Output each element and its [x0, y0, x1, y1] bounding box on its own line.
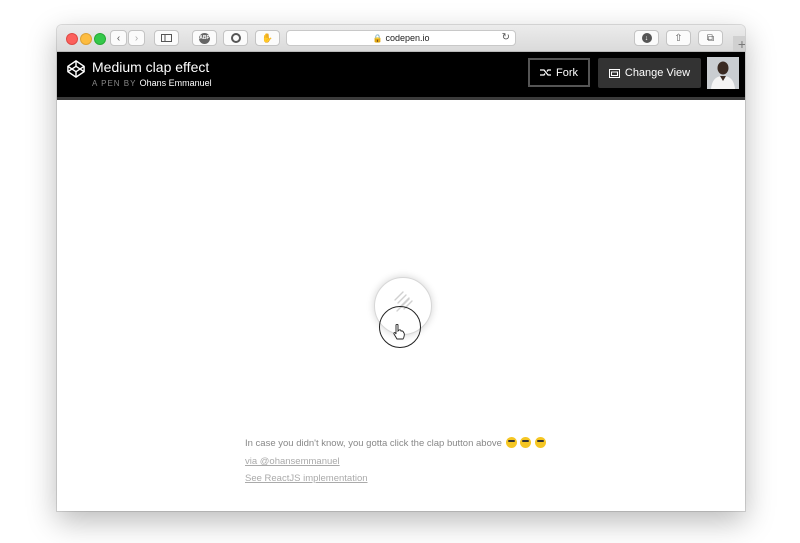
pointer-hand-icon — [393, 324, 405, 340]
note-text: In case you didn't know, you gotta click… — [245, 438, 502, 449]
change-view-label: Change View — [624, 67, 691, 79]
clap-note: In case you didn't know, you gotta click… — [245, 437, 546, 449]
author-name-link[interactable]: Ohans Emmanuel — [140, 78, 212, 88]
pen-author: A PEN BY Ohans Emmanuel — [92, 78, 212, 88]
react-implementation-link[interactable]: See ReactJS implementation — [245, 473, 368, 484]
lock-icon: 🔒 — [372, 33, 383, 43]
minimize-window-button[interactable] — [80, 33, 92, 45]
pen-title: Medium clap effect — [92, 59, 210, 75]
codepen-logo-icon[interactable] — [67, 60, 85, 78]
share-button[interactable]: ⇧ — [666, 30, 691, 46]
adblock-button[interactable]: ABP — [192, 30, 217, 46]
hand-icon: ✋ — [261, 32, 274, 43]
layout-icon — [608, 68, 620, 78]
forward-button[interactable]: › — [128, 30, 145, 46]
close-window-button[interactable] — [66, 33, 78, 45]
url-text: codepen.io — [385, 33, 430, 43]
adblock-icon: ABP — [199, 32, 210, 44]
plus-icon: + — [737, 35, 745, 52]
tabs-icon: ⧉ — [706, 32, 715, 44]
download-icon: ↓ — [641, 33, 652, 43]
chevron-left-icon: ‹ — [116, 32, 121, 44]
pen-preview: In case you didn't know, you gotta click… — [57, 100, 745, 511]
maximize-window-button[interactable] — [94, 33, 106, 45]
author-prefix: A PEN BY — [92, 79, 137, 88]
downloads-button[interactable]: ↓ — [634, 30, 659, 46]
browser-window: ‹ › ABP ✋ 🔒 codepen.io ↻ ↓ ⇧ ⧉ + Medium … — [57, 25, 745, 511]
user-avatar[interactable] — [707, 57, 739, 89]
grin-emoji-icon — [520, 437, 532, 448]
avatar-image — [707, 57, 739, 89]
extension-button-2[interactable]: ✋ — [255, 30, 280, 46]
fork-label: Fork — [556, 66, 578, 79]
sidebar-icon — [161, 34, 172, 42]
codepen-header: Medium clap effect A PEN BY Ohans Emmanu… — [57, 52, 745, 100]
grin-sweat-emoji-icon — [534, 437, 546, 448]
fork-icon — [540, 69, 551, 76]
fork-button[interactable]: Fork — [528, 58, 590, 87]
change-view-button[interactable]: Change View — [598, 58, 701, 88]
tabs-button[interactable]: ⧉ — [698, 30, 723, 46]
new-tab-button[interactable]: + — [733, 35, 745, 52]
sidebar-button[interactable] — [154, 30, 179, 46]
via-author-link[interactable]: via @ohansemmanuel — [245, 456, 340, 467]
browser-toolbar: ‹ › ABP ✋ 🔒 codepen.io ↻ ↓ ⇧ ⧉ + — [57, 25, 745, 52]
share-icon: ⇧ — [674, 32, 683, 44]
back-button[interactable]: ‹ — [110, 30, 127, 46]
clap-widget — [372, 277, 434, 357]
chevron-right-icon: › — [134, 32, 139, 44]
address-bar[interactable]: 🔒 codepen.io ↻ — [286, 30, 516, 46]
sunglasses-emoji-icon — [505, 437, 517, 448]
extension-button[interactable] — [223, 30, 248, 46]
grammarly-icon — [230, 33, 241, 43]
reload-icon[interactable]: ↻ — [502, 32, 510, 43]
